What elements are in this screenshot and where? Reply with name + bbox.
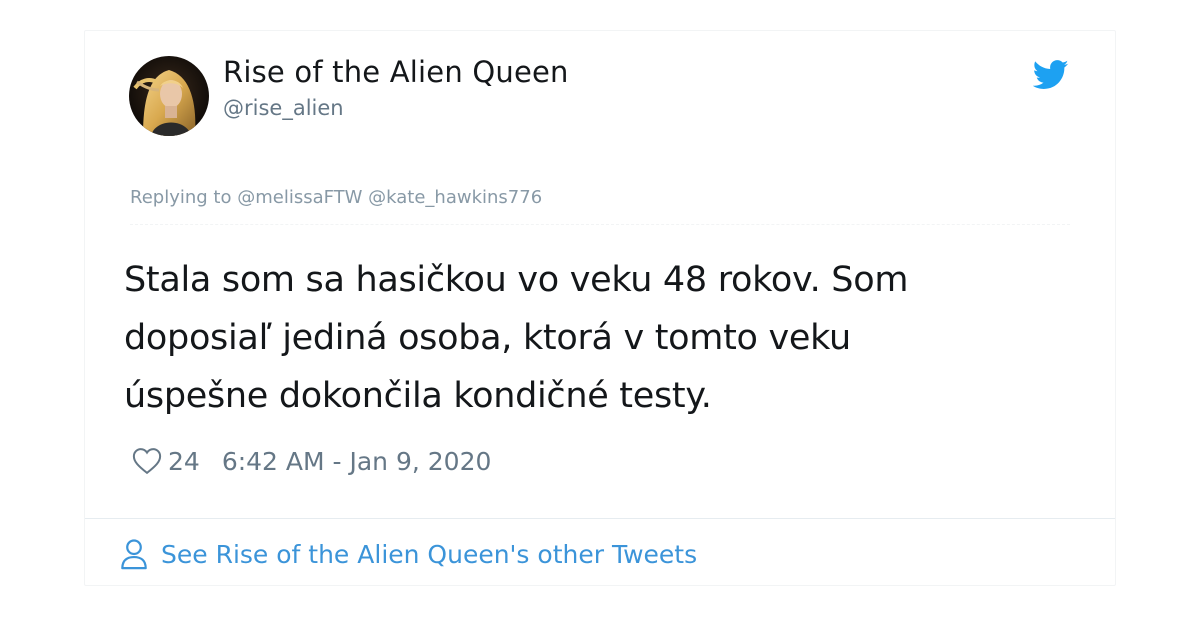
tweet-card: Rise of the Alien Queen @rise_alien Repl… <box>84 30 1116 586</box>
see-other-tweets-link[interactable]: See Rise of the Alien Queen's other Twee… <box>119 536 697 572</box>
tweet-text: Stala som sa hasičkou vo veku 48 rokov. … <box>124 251 1084 425</box>
see-other-tweets-label[interactable]: See Rise of the Alien Queen's other Twee… <box>161 540 697 569</box>
reply-mentions[interactable]: @melissaFTW @kate_hawkins776 <box>237 187 542 208</box>
like-count[interactable]: 24 <box>168 447 200 476</box>
avatar-image <box>129 56 209 136</box>
twitter-bird-icon[interactable] <box>1033 60 1069 90</box>
author-name[interactable]: Rise of the Alien Queen <box>223 55 569 89</box>
tweet-meta: 24 6:42 AM - Jan 9, 2020 <box>132 443 491 479</box>
person-icon <box>121 539 147 570</box>
reply-context: Replying to @melissaFTW @kate_hawkins776 <box>130 187 542 208</box>
heart-icon[interactable] <box>132 447 162 475</box>
replying-label: Replying to <box>130 187 232 208</box>
author-handle[interactable]: @rise_alien <box>223 96 344 120</box>
timestamp[interactable]: 6:42 AM - Jan 9, 2020 <box>222 447 492 476</box>
avatar[interactable] <box>129 56 209 136</box>
faint-divider <box>130 224 1070 225</box>
footer-divider <box>85 518 1115 519</box>
tweet-text-line: doposiaľ jediná osoba, ktorá v tomto vek… <box>124 318 851 358</box>
tweet-text-line: úspešne dokončila kondičné testy. <box>124 376 712 416</box>
tweet-text-line: Stala som sa hasičkou vo veku 48 rokov. … <box>124 260 909 300</box>
